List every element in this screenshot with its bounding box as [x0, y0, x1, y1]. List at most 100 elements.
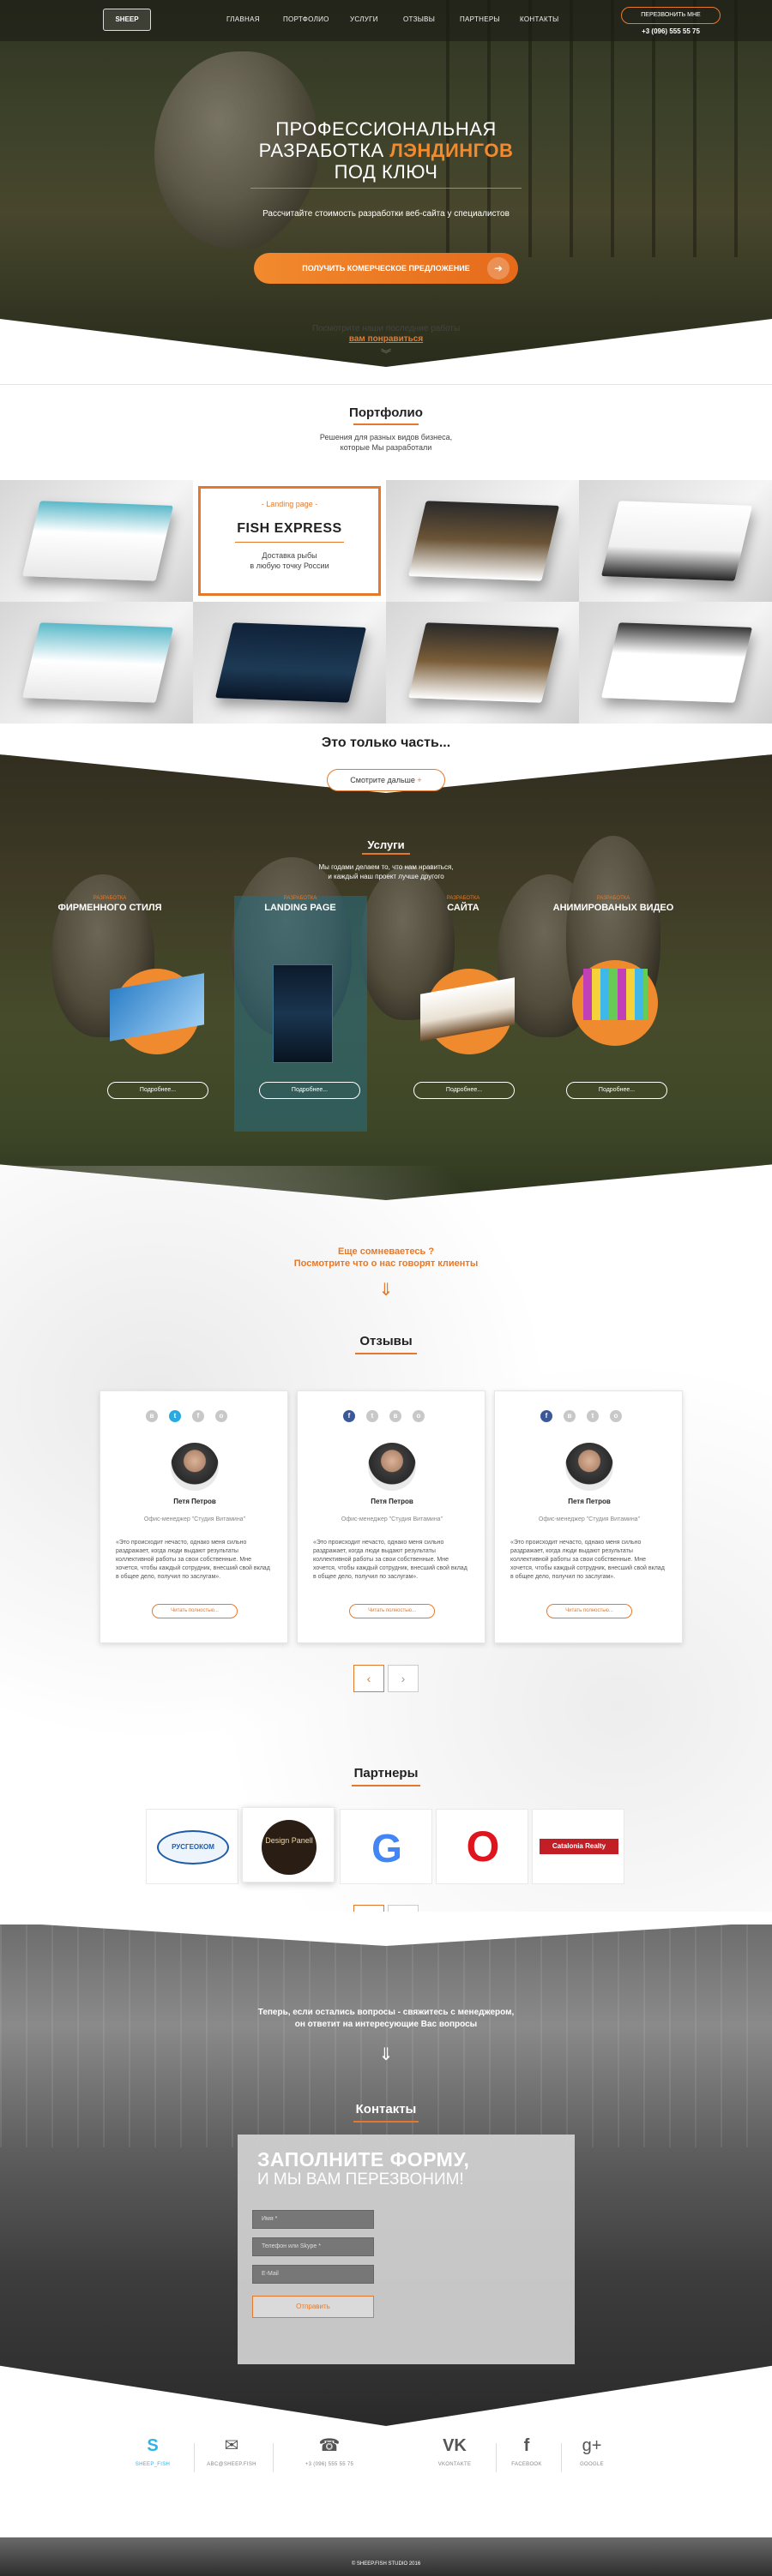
review-text: «Это происходит нечасто, однако меня сил…	[510, 1540, 665, 1580]
review-card: f в t о Петя Петров Офис-менеджер "Студи…	[494, 1390, 683, 1643]
vk-icon[interactable]: в	[146, 1410, 158, 1422]
odnoklassniki-icon[interactable]: о	[215, 1410, 227, 1422]
partners-title: Партнеры	[353, 1766, 419, 1780]
reviews-title-underline	[355, 1353, 417, 1354]
twitter-icon[interactable]: t	[366, 1410, 378, 1422]
portfolio-tile-3[interactable]	[386, 480, 579, 602]
read-full-review-button[interactable]: Читать полностью...	[349, 1604, 435, 1618]
review-author-name: Петя Петров	[173, 1498, 216, 1505]
name-input[interactable]: Имя *	[252, 2210, 374, 2229]
service-2-details-button[interactable]: Подробнее...	[259, 1082, 360, 1099]
read-full-review-button[interactable]: Читать полностью...	[152, 1604, 238, 1618]
see-more-button[interactable]: Смотрите дальше +	[327, 769, 445, 791]
partner-logo[interactable]: G	[340, 1809, 432, 1884]
odnoklassniki-icon[interactable]: о	[610, 1410, 622, 1422]
see-works-link[interactable]: вам понравиться	[283, 334, 489, 344]
footer-facebook[interactable]: f FACEBOOK	[501, 2435, 552, 2467]
footer-label: VKONTAKTE	[437, 2462, 472, 2467]
footer-email[interactable]: ✉ ABC@SHEEP.FISH	[206, 2435, 257, 2467]
skype-icon: S	[147, 2436, 159, 2455]
footer-skype[interactable]: S sheep_fish	[127, 2435, 178, 2467]
portfolio-tile-6[interactable]	[193, 602, 386, 724]
portfolio-tile-1[interactable]	[0, 480, 193, 602]
submit-button[interactable]: Отправить	[252, 2296, 374, 2318]
contacts-title: Контакты	[355, 2102, 417, 2117]
mail-icon: ✉	[224, 2436, 239, 2455]
service-card-3[interactable]: РАЗРАБОТКА Сайта	[390, 896, 536, 913]
nav-link-portfolio[interactable]: Портфолио	[283, 15, 329, 23]
featured-project-title: FISH EXPRESS	[237, 521, 342, 536]
services-title: Услуги	[367, 838, 405, 851]
twitter-icon[interactable]: t	[169, 1410, 181, 1422]
odnoklassniki-icon[interactable]: о	[413, 1410, 425, 1422]
hero-title-accent: лэндингов	[389, 140, 514, 161]
footer-divider	[273, 2443, 274, 2472]
nav-link-services[interactable]: Услуги	[350, 15, 378, 23]
service-name: Сайта	[447, 903, 479, 913]
hero-title-line1: Профессиональная	[275, 118, 497, 140]
vk-icon[interactable]: в	[564, 1410, 576, 1422]
vk-icon[interactable]: в	[389, 1410, 401, 1422]
partner-logo[interactable]: Catalonia Realty	[532, 1809, 624, 1884]
footer-google-plus[interactable]: g+ GOOGLE	[566, 2435, 618, 2467]
header-phone: +3 (096) 555 55 75	[642, 27, 700, 35]
portfolio-desc-line2: которые Мы разработали	[340, 443, 432, 452]
portfolio-title: Портфолио	[349, 405, 423, 420]
featured-project-card[interactable]: - Landing page - FISH EXPRESS Доставка р…	[198, 486, 381, 596]
hero-title-line3: под ключ	[334, 161, 438, 183]
hero-title-word: разработка	[258, 140, 384, 161]
featured-project-tag: - Landing page -	[261, 500, 318, 508]
nav-link-home[interactable]: Главная	[226, 15, 260, 23]
portfolio-tile-7[interactable]	[386, 602, 579, 724]
review-author-role: Офис-менеджер "Студия Витамина"	[538, 1516, 641, 1522]
partner-name: Catalonia Realty	[540, 1839, 618, 1854]
reviews-next-button[interactable]: ›	[388, 1665, 419, 1692]
service-card-1[interactable]: РАЗРАБОТКА Фирменного стиля	[37, 896, 183, 913]
portfolio-tile-4[interactable]	[579, 480, 772, 602]
footer-bottom-band	[0, 2537, 772, 2576]
portfolio-tile-8[interactable]	[579, 602, 772, 724]
avatar	[565, 1443, 613, 1491]
footer-phone[interactable]: ☎ +3 (096) 555 55 75	[295, 2435, 364, 2467]
service-card-4[interactable]: РАЗРАБОТКА Анимированых видео	[540, 896, 686, 913]
review-card: в t f о Петя Петров Офис-менеджер "Студи…	[100, 1390, 288, 1643]
facebook-icon[interactable]: f	[540, 1410, 552, 1422]
nav-link-contacts[interactable]: Контакты	[520, 15, 559, 23]
service-1-details-button[interactable]: Подробнее...	[107, 1082, 208, 1099]
phone-skype-input[interactable]: Телефон или Skype *	[252, 2237, 374, 2256]
footer-divider	[561, 2443, 562, 2472]
get-offer-button[interactable]: Получить комерческое предложение	[254, 253, 518, 284]
twitter-icon[interactable]: t	[587, 1410, 599, 1422]
service-4-details-button[interactable]: Подробнее...	[566, 1082, 667, 1099]
partner-logo[interactable]: O	[436, 1809, 528, 1884]
portfolio-tile-5[interactable]	[0, 602, 193, 724]
email-input[interactable]: E-Mail	[252, 2265, 374, 2284]
services-desc-line1: Мы годами делаем то, что нам нравиться,	[318, 863, 454, 871]
partner-logo[interactable]: Design Panell	[242, 1807, 335, 1882]
service-3-details-button[interactable]: Подробнее...	[413, 1082, 515, 1099]
site-logo[interactable]: SHEEP	[103, 9, 151, 31]
footer-label: sheep_fish	[135, 2462, 171, 2467]
service-tag: РАЗРАБОТКА	[446, 896, 480, 901]
facebook-icon[interactable]: f	[192, 1410, 204, 1422]
nav-link-reviews[interactable]: Отзывы	[403, 15, 435, 23]
callback-button[interactable]: Перезвонить мне	[621, 7, 721, 24]
services-title-underline	[362, 853, 410, 855]
nav-link-partners[interactable]: Партнеры	[460, 15, 500, 23]
contacts-title-underline	[353, 2121, 419, 2123]
partner-logo[interactable]: РУСГЕОКОМ	[146, 1809, 238, 1884]
services-description: Мы годами делаем то, что нам нравиться, …	[283, 862, 489, 881]
partner-name: Design Panell	[262, 1820, 317, 1875]
portfolio-description: Решения для разных видов бизнеса, которы…	[257, 432, 515, 453]
footer-vk[interactable]: VK VKONTAKTE	[429, 2435, 480, 2467]
reviews-prev-button[interactable]: ‹	[353, 1665, 384, 1692]
service-card-2[interactable]: РАЗРАБОТКА Landing page	[227, 896, 373, 913]
copyright: © SHEEP.FISH STUDIO 2016	[351, 2561, 421, 2567]
featured-project-desc: Доставка рыбы в любую точку России	[201, 550, 378, 571]
plus-icon: +	[417, 776, 422, 784]
doubt-text-line2: Посмотрите что о нас говорят клиенты	[293, 1258, 479, 1269]
read-full-review-button[interactable]: Читать полностью...	[546, 1604, 632, 1618]
review-author-name: Петя Петров	[371, 1498, 413, 1505]
facebook-icon[interactable]: f	[343, 1410, 355, 1422]
chevron-down-icon[interactable]: ︾	[376, 346, 396, 361]
